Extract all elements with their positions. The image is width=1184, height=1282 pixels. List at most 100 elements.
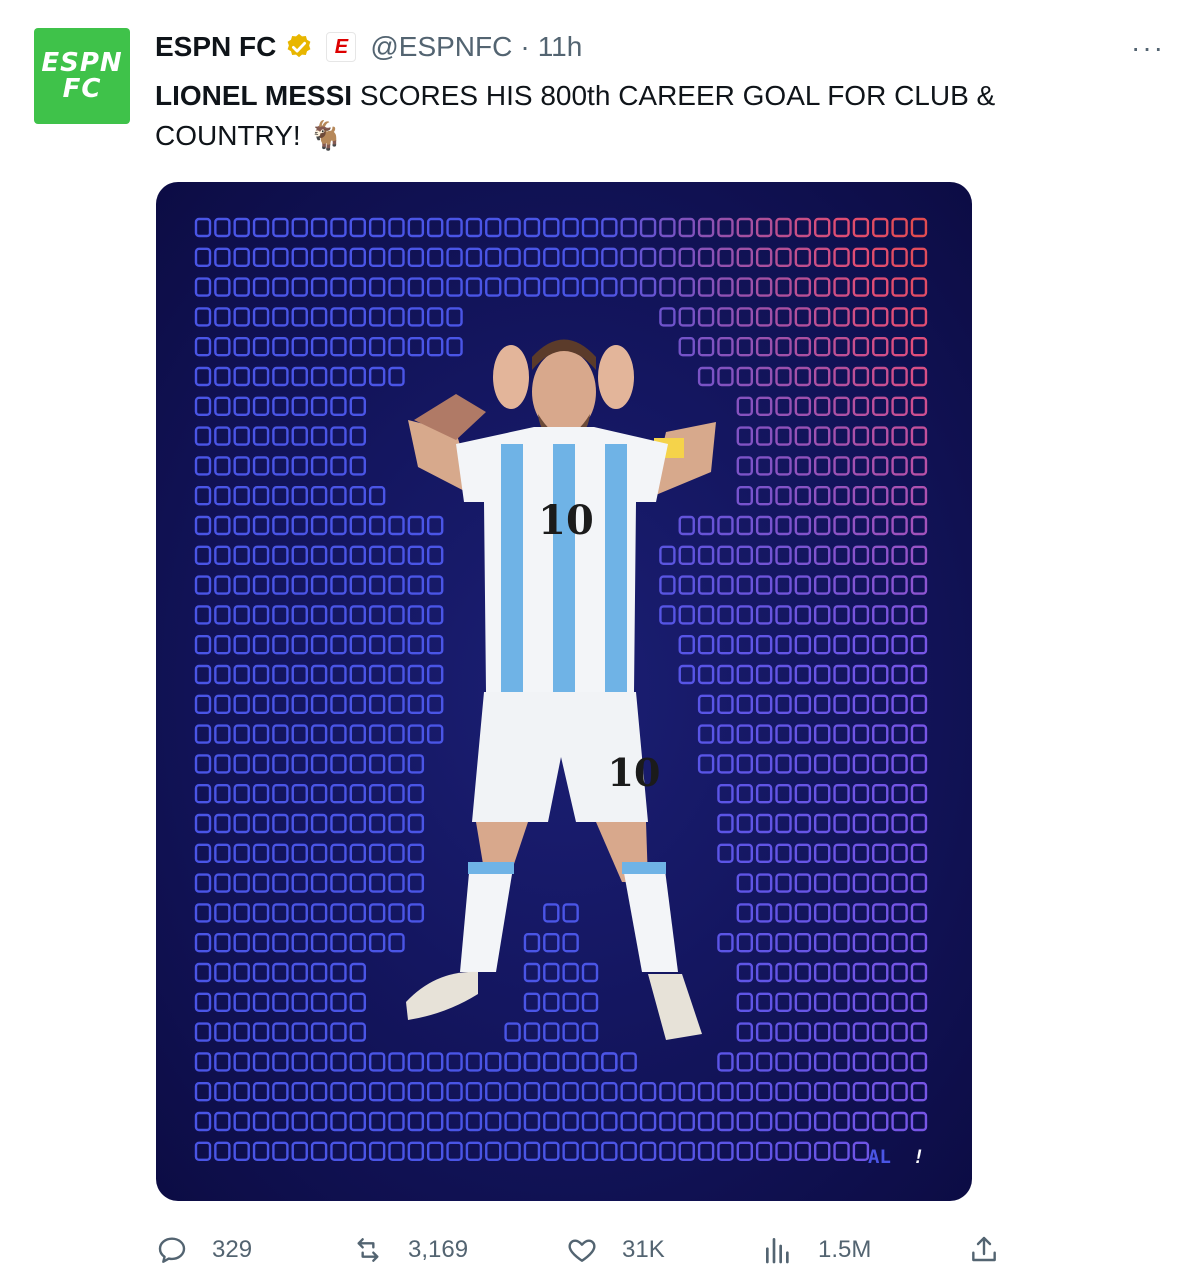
o-letter xyxy=(891,247,908,268)
o-letter xyxy=(427,575,444,595)
o-letter xyxy=(349,664,367,685)
o-letter xyxy=(736,1022,753,1042)
o-letter xyxy=(388,933,405,953)
o-letter xyxy=(755,933,773,953)
o-letter xyxy=(291,426,308,446)
o-letter xyxy=(368,545,386,565)
o-letter xyxy=(330,366,347,387)
more-icon[interactable]: ··· xyxy=(1130,32,1166,63)
share-action[interactable] xyxy=(968,1222,1024,1278)
o-letter xyxy=(833,664,850,685)
affiliate-badge[interactable]: E xyxy=(326,32,357,62)
o-letter xyxy=(291,277,308,297)
o-letter xyxy=(252,903,270,923)
views-action[interactable]: 1.5M xyxy=(762,1222,871,1278)
repost-action[interactable]: 3,169 xyxy=(352,1222,468,1278)
o-letter xyxy=(368,217,386,238)
o-letter xyxy=(194,277,212,297)
avatar[interactable]: ESPN FC xyxy=(34,28,130,124)
player-right-sock xyxy=(622,862,678,972)
o-letter xyxy=(755,1111,773,1132)
o-letter xyxy=(427,247,444,268)
o-letter xyxy=(910,247,928,268)
o-letter xyxy=(852,754,870,774)
o-letter xyxy=(272,336,289,357)
o-letter xyxy=(252,873,270,893)
o-letter xyxy=(272,992,289,1012)
o-letter xyxy=(368,486,386,506)
o-letter xyxy=(755,664,773,685)
o-letter xyxy=(252,217,270,238)
o-letter xyxy=(775,1052,792,1072)
o-letter xyxy=(368,933,386,953)
o-letter xyxy=(407,515,425,536)
o-letter xyxy=(272,1082,289,1102)
o-letter xyxy=(910,336,928,357)
o-letter xyxy=(388,873,405,893)
o-letter xyxy=(310,456,328,476)
o-letter xyxy=(678,1082,695,1102)
o-letter xyxy=(697,515,715,536)
like-count: 31K xyxy=(622,1236,665,1263)
o-letter xyxy=(794,933,812,953)
o-letter xyxy=(814,366,831,387)
o-letter xyxy=(814,635,831,655)
o-letter xyxy=(272,486,289,506)
o-letter xyxy=(872,635,889,655)
o-letter xyxy=(523,933,541,953)
o-letter xyxy=(891,992,908,1012)
tweet-card[interactable]: ESPN FC ESPN FC E @ESPNFC · 11h ··· LION… xyxy=(0,0,1184,1282)
o-letter xyxy=(233,486,250,506)
o-letter xyxy=(233,694,250,714)
tweet-media-image[interactable]: AL ! 10 10 xyxy=(156,182,972,1201)
o-letter xyxy=(697,247,715,268)
o-letter xyxy=(833,575,850,595)
o-letter xyxy=(214,486,231,506)
o-letter xyxy=(736,635,753,655)
o-letter xyxy=(794,1052,812,1072)
o-letter xyxy=(310,486,328,506)
o-letter xyxy=(794,1022,812,1042)
o-letter xyxy=(852,813,870,834)
right-sock-band xyxy=(622,862,666,874)
timestamp[interactable]: 11h xyxy=(538,31,583,63)
o-letter xyxy=(833,992,850,1012)
author-name[interactable]: ESPN FC xyxy=(155,31,276,63)
o-letter xyxy=(523,1082,541,1102)
o-letter xyxy=(194,903,212,923)
o-letter xyxy=(872,694,889,714)
o-letter xyxy=(310,635,328,655)
o-letter xyxy=(330,336,347,357)
like-action[interactable]: 31K xyxy=(566,1222,665,1278)
o-letter xyxy=(194,307,212,327)
player-left-hand xyxy=(493,345,529,409)
o-letter xyxy=(214,426,231,446)
o-letter xyxy=(504,277,521,297)
o-letter xyxy=(833,396,850,417)
o-letter xyxy=(717,1141,734,1161)
o-letter xyxy=(194,396,212,417)
o-letter xyxy=(504,1052,521,1072)
o-letter xyxy=(852,962,870,983)
o-letter xyxy=(194,1082,212,1102)
o-letter xyxy=(194,724,212,744)
o-letter xyxy=(910,694,928,714)
o-letter xyxy=(717,784,734,804)
o-letter xyxy=(214,456,231,476)
o-letter xyxy=(872,962,889,983)
o-letter xyxy=(814,515,831,536)
o-letter xyxy=(291,754,308,774)
o-letter xyxy=(233,605,250,625)
o-letter xyxy=(330,784,347,804)
o-letter xyxy=(852,307,870,327)
o-letter xyxy=(717,694,734,714)
o-letter xyxy=(330,277,347,297)
o-letter xyxy=(620,1082,637,1102)
o-letter xyxy=(427,307,444,327)
o-letter xyxy=(427,724,444,744)
o-letter xyxy=(814,992,831,1012)
reply-action[interactable]: 329 xyxy=(156,1222,252,1278)
author-handle[interactable]: @ESPNFC xyxy=(370,31,512,63)
o-letter xyxy=(291,992,308,1012)
o-letter xyxy=(755,366,773,387)
